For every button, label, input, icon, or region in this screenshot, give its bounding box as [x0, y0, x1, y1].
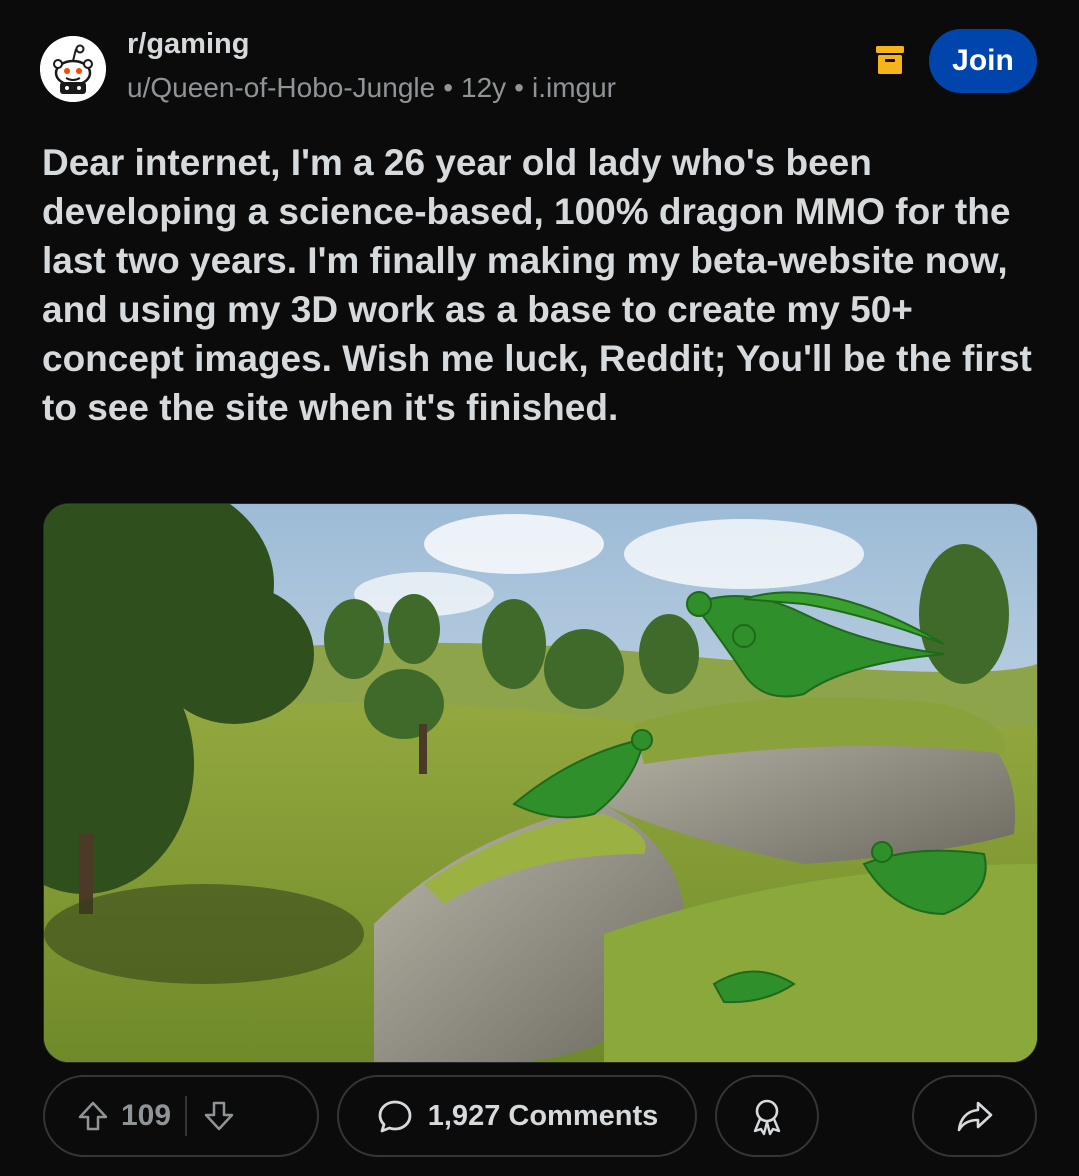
join-button[interactable]: Join — [929, 29, 1037, 93]
share-arrow-icon — [955, 1096, 995, 1136]
meta-separator: • — [514, 72, 524, 103]
post-domain[interactable]: i.imgur — [532, 72, 616, 103]
post-age: 12y — [461, 72, 507, 103]
comments-button[interactable]: 1,927 Comments — [337, 1075, 697, 1157]
meta-separator: • — [443, 72, 454, 103]
award-button[interactable] — [715, 1075, 819, 1157]
vote-bar: 109 — [43, 1075, 319, 1157]
vote-divider — [185, 1096, 188, 1136]
post-title[interactable]: Dear internet, I'm a 26 year old lady wh… — [42, 138, 1032, 432]
share-button[interactable] — [912, 1075, 1037, 1157]
comment-bubble-icon — [376, 1097, 414, 1135]
award-ribbon-icon — [747, 1096, 787, 1136]
post-meta: u/Queen-of-Hobo-Jungle • 12y • i.imgur — [127, 72, 616, 104]
author-name[interactable]: u/Queen-of-Hobo-Jungle — [127, 72, 435, 103]
comments-count: 1,927 Comments — [427, 1099, 659, 1132]
post-image[interactable] — [43, 503, 1038, 1063]
downvote-arrow-icon[interactable] — [201, 1098, 237, 1134]
reddit-snoo-icon — [40, 36, 106, 102]
upvote-arrow-icon[interactable] — [75, 1098, 111, 1134]
subreddit-avatar[interactable] — [40, 36, 106, 102]
archive-box-icon[interactable] — [872, 42, 908, 78]
vote-score: 109 — [121, 1099, 172, 1132]
subreddit-name[interactable]: r/gaming — [127, 28, 249, 61]
post-header: r/gaming u/Queen-of-Hobo-Jungle • 12y • i.im… — [0, 0, 1079, 130]
